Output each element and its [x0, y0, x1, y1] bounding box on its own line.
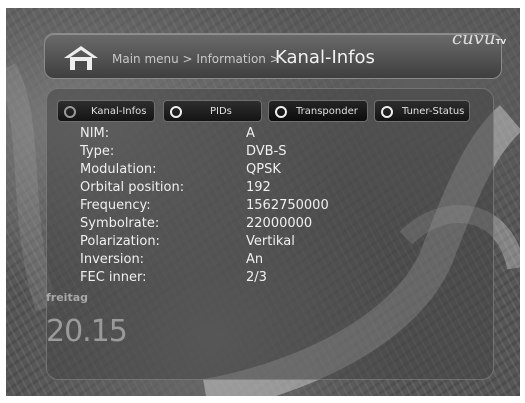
clock-time: 20.15: [46, 314, 128, 349]
tab-tuner-status[interactable]: Tuner-Status: [374, 100, 470, 122]
tab-transponder[interactable]: Transponder: [268, 100, 368, 122]
brand-logo-text: cuvu: [452, 28, 496, 49]
info-key: Type:: [80, 144, 115, 159]
radio-icon: [381, 106, 393, 118]
info-value: 1562750000: [246, 198, 329, 213]
info-value: 22000000: [246, 216, 313, 231]
tab-label: Tuner-Status: [402, 106, 465, 117]
tab-pids[interactable]: PIDs: [163, 100, 262, 122]
info-value: An: [246, 252, 264, 267]
tab-label: Kanal-Infos: [91, 106, 147, 117]
tab-kanal-infos[interactable]: Kanal-Infos: [57, 100, 155, 122]
info-key: Polarization:: [80, 234, 160, 249]
page-title: Kanal-Infos: [275, 47, 375, 68]
info-value: QPSK: [246, 162, 281, 177]
clock-day: freitag: [46, 291, 88, 304]
brand-tv-label: TV: [495, 38, 506, 46]
info-key: Inversion:: [80, 252, 145, 267]
radio-icon: [170, 106, 182, 118]
radio-icon: [275, 106, 287, 118]
info-value: 2/3: [246, 270, 267, 285]
info-value: 192: [246, 180, 271, 195]
radio-icon: [64, 106, 76, 118]
info-value: A: [246, 126, 255, 141]
info-key: Modulation:: [80, 162, 157, 177]
info-key: NIM:: [80, 126, 110, 141]
info-key: Symbolrate:: [80, 216, 160, 231]
tab-label: Transponder: [296, 106, 358, 117]
home-icon: [64, 46, 98, 70]
info-value: DVB-S: [246, 144, 287, 159]
info-value: Vertikal: [246, 234, 295, 249]
brand-logo: cuvu TV: [452, 28, 506, 58]
tab-label: PIDs: [210, 106, 232, 117]
info-key: Frequency:: [80, 198, 151, 213]
breadcrumb: Main menu > Information >: [112, 52, 280, 66]
info-key: Orbital position:: [80, 180, 185, 195]
info-key: FEC inner:: [80, 270, 147, 285]
